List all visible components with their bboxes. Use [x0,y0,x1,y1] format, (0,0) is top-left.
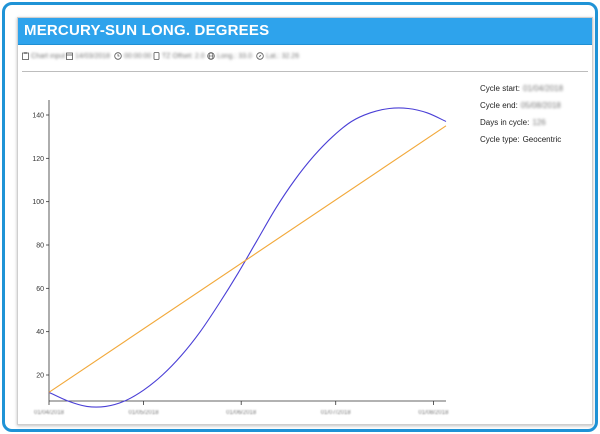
y-tick-label: 20 [36,373,44,380]
chart-input-item[interactable]: Chart input [22,52,65,60]
y-tick-label: 80 [36,243,44,250]
x-tick-label: 01/08/2018 [418,410,449,416]
tz-offset-value: TZ Offset: 2.0 [162,53,205,60]
days-in-cycle-label: Days in cycle: [480,118,530,127]
cycle-type-row: Cycle type: Geocentric [480,135,590,152]
time-item[interactable]: 00:00:00 [114,52,151,60]
x-tick-label: 01/07/2018 [321,410,352,416]
cycle-end-value: 05/08/2018 [520,101,561,110]
date-value: 14/03/2018 [75,53,111,60]
days-in-cycle-row: Days in cycle: 126 [480,118,590,135]
timer-icon [153,52,160,60]
divider [22,71,588,72]
chart-input-toolbar: Chart input 14/03/2018 00:00:00 TZ Offse… [18,48,592,66]
y-tick-label: 120 [32,156,44,163]
title-bar: MERCURY-SUN LONG. DEGREES [18,18,592,45]
tz-offset-item[interactable]: TZ Offset: 2.0 [153,52,205,60]
chart-area: 20 40 60 80 100 120 140 01/04/2018 01/05/2018 01/… [32,100,449,416]
x-tick-label: 01/04/2018 [34,410,65,416]
cycle-info-panel: Cycle start: 01/04/2018 Cycle end: 05/08/2… [480,84,590,152]
cycle-start-row: Cycle start: 01/04/2018 [480,84,590,101]
cycle-start-label: Cycle start: [480,84,521,93]
globe-icon [207,52,215,60]
cycle-start-value: 01/04/2018 [523,84,564,93]
window-frame: MERCURY-SUN LONG. DEGREES Chart input 14… [2,2,598,432]
longitude-value: Long.: 33.0 [217,53,253,60]
mercury-sun-curve [48,107,447,408]
cycle-type-label: Cycle type: [480,135,520,144]
date-item[interactable]: 14/03/2018 [66,52,110,60]
chart-input-label: Chart input [31,53,66,60]
cycle-type-value: Geocentric [522,135,562,144]
clipboard-icon [22,52,29,60]
chart-plot [48,107,447,408]
chart-panel: MERCURY-SUN LONG. DEGREES Chart input 14… [17,17,593,425]
calendar-icon [66,52,73,60]
chart-axes [48,100,446,402]
clock-icon [114,52,122,60]
cycle-end-row: Cycle end: 05/08/2018 [480,101,590,118]
x-tick-label: 01/05/2018 [129,410,160,416]
y-tick-label: 100 [32,199,44,206]
time-value: 00:00:00 [124,53,152,60]
latitude-item[interactable]: Lat.: 32.26 [256,52,299,60]
page-title: MERCURY-SUN LONG. DEGREES [24,22,270,39]
x-tick-label: 01/06/2018 [226,410,257,416]
y-tick-label: 60 [36,286,44,293]
longitude-item[interactable]: Long.: 33.0 [207,52,252,60]
y-tick-label: 40 [36,329,44,336]
y-tick-label: 140 [32,113,44,120]
cycle-end-label: Cycle end: [480,101,518,110]
compass-icon [256,52,264,60]
linear-trend-line [48,125,447,393]
latitude-value: Lat.: 32.26 [266,53,300,60]
days-in-cycle-value: 126 [532,118,546,127]
